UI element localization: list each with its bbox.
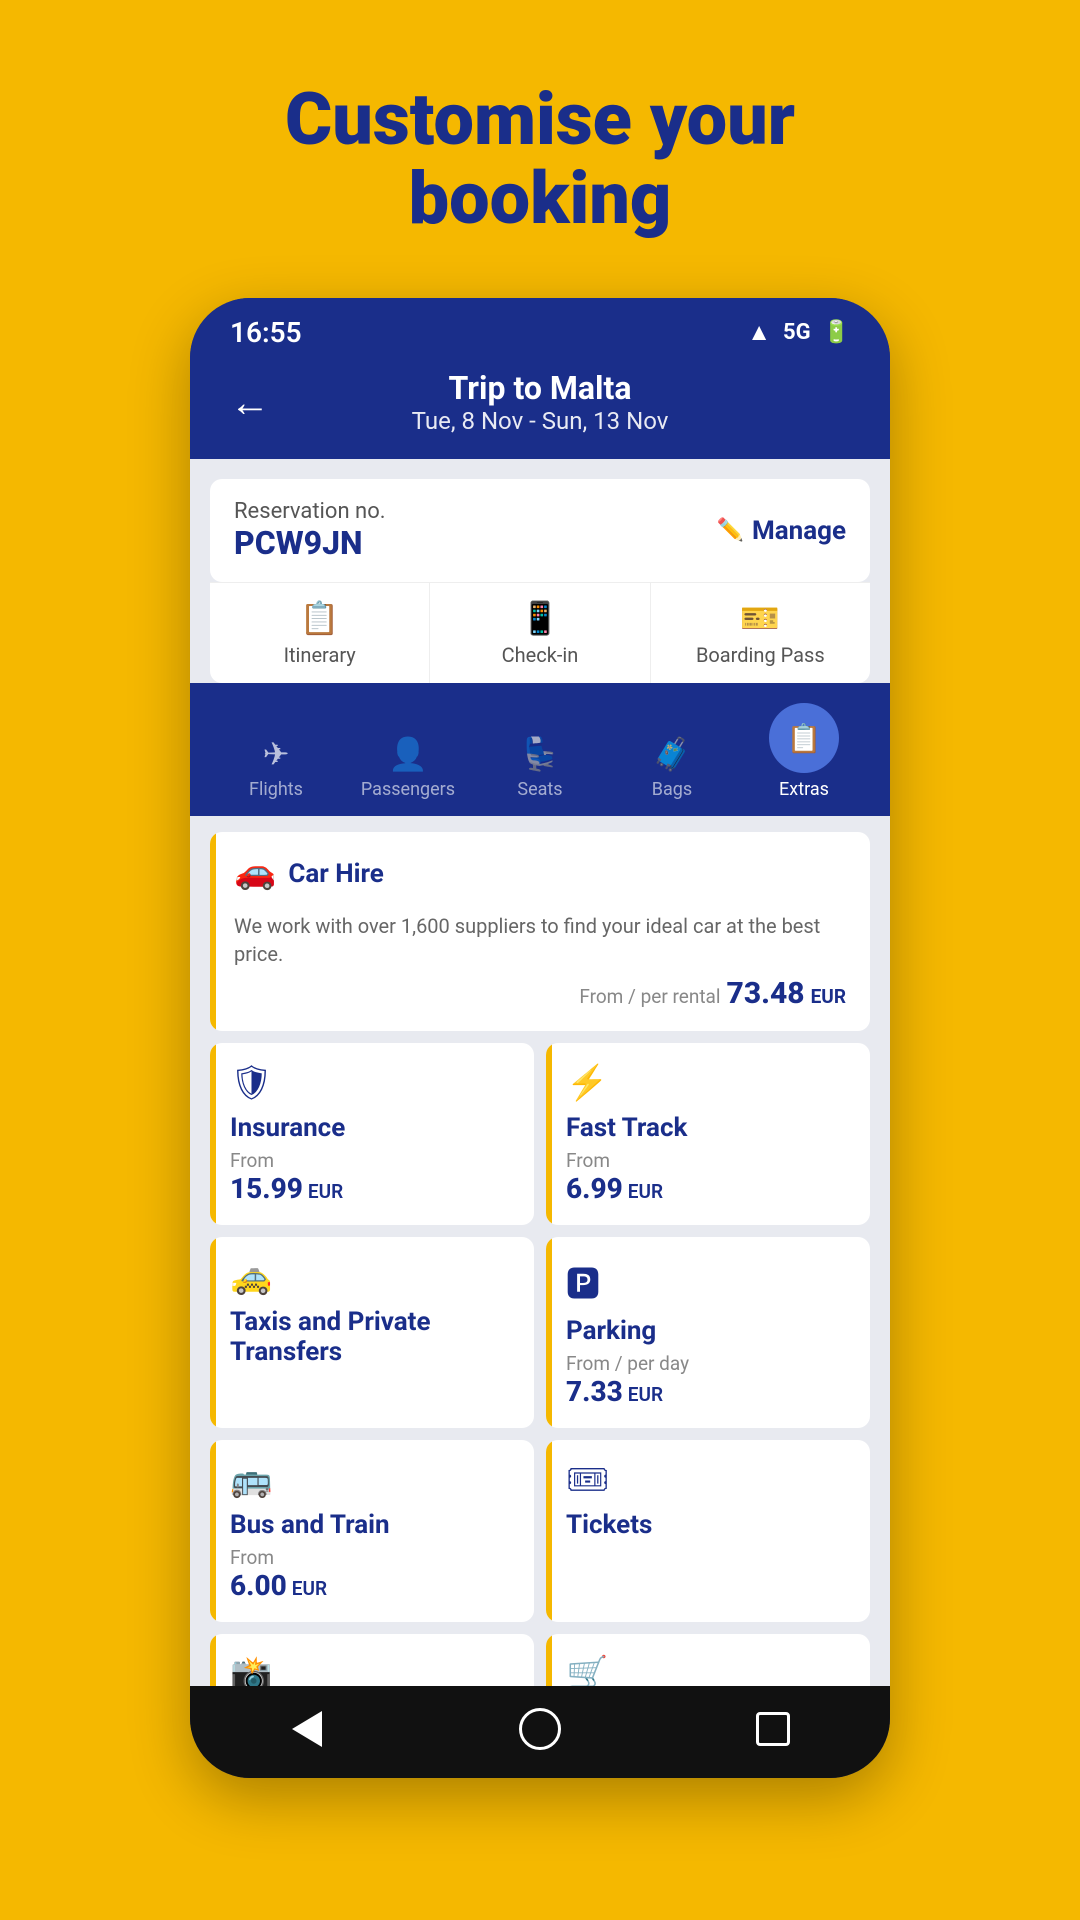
taxis-icon: 🚕 — [230, 1257, 514, 1297]
nav-seats[interactable]: 💺 Seats — [474, 735, 606, 800]
tickets-icon: 🎟 — [566, 1460, 850, 1500]
car-hire-currency: EUR — [811, 985, 846, 1008]
nav-flights[interactable]: ✈ Flights — [210, 735, 342, 800]
boarding-pass-icon: 🎫 — [740, 599, 780, 637]
nav-extras[interactable]: 📋 Extras — [738, 703, 870, 800]
bus-train-price: 6.00 — [230, 1569, 287, 1602]
itinerary-label: Itinerary — [284, 643, 356, 667]
extras-icon: 📋 — [787, 722, 822, 755]
reservation-number: PCW9JN — [234, 524, 386, 562]
phone-recents-button[interactable] — [748, 1704, 798, 1754]
status-icons: ▲ 5G 🔋 — [747, 318, 850, 347]
trip-title: Trip to Malta — [412, 369, 669, 407]
fast-track-currency: EUR — [628, 1180, 663, 1203]
parking-currency: EUR — [628, 1383, 663, 1406]
tickets-card[interactable]: 🎟 Tickets — [546, 1440, 870, 1622]
clock: 16:55 — [230, 316, 302, 349]
equipment-icon: 🛒 — [566, 1654, 850, 1686]
back-button[interactable]: ← — [230, 379, 270, 426]
tickets-title: Tickets — [566, 1510, 850, 1540]
fast-track-from: From — [566, 1149, 850, 1172]
tab-checkin[interactable]: 📱 Check-in — [429, 583, 649, 683]
parking-from: From / per day — [566, 1352, 850, 1375]
insurance-from: From — [230, 1149, 514, 1172]
content-area: Reservation no. PCW9JN Manage 📋 Itinerar… — [190, 459, 890, 1686]
nav-bar: ✈ Flights 👤 Passengers 💺 Seats 🧳 Bags 📋 … — [190, 683, 890, 816]
phone-home-button[interactable] — [515, 1704, 565, 1754]
equipment-card[interactable]: 🛒 Equipment From 15.00 EUR — [546, 1634, 870, 1686]
quick-tabs: 📋 Itinerary 📱 Check-in 🎫 Boarding Pass — [210, 582, 870, 683]
insurance-icon: 🛡 — [230, 1063, 514, 1103]
car-hire-icon: 🚗 — [234, 852, 276, 892]
car-hire-desc: We work with over 1,600 suppliers to fin… — [234, 912, 846, 968]
insurance-currency: EUR — [308, 1180, 343, 1203]
extras-list: 🚗 Car Hire We work with over 1,600 suppl… — [190, 816, 890, 1686]
insurance-price: 15.99 — [230, 1172, 303, 1205]
flights-label: Flights — [249, 779, 303, 800]
page-title: Customise your booking — [205, 80, 875, 238]
extras-icon-wrap: 📋 — [769, 703, 839, 773]
bags-icon: 🧳 — [652, 735, 692, 773]
taxis-title: Taxis and Private Transfers — [230, 1307, 514, 1367]
fast-track-card[interactable]: ⚡ Fast Track From 6.99 EUR — [546, 1043, 870, 1225]
nav-bags[interactable]: 🧳 Bags — [606, 735, 738, 800]
seats-icon: 💺 — [520, 735, 560, 773]
extras-label: Extras — [779, 779, 829, 800]
phone-mockup: 16:55 ▲ 5G 🔋 ← Trip to Malta Tue, 8 Nov … — [190, 298, 890, 1778]
car-hire-title: Car Hire — [288, 859, 383, 889]
fast-track-icon: ⚡ — [566, 1063, 850, 1103]
bags-label: Bags — [652, 779, 692, 800]
parking-card[interactable]: 🅿 Parking From / per day 7.33 EUR — [546, 1237, 870, 1428]
bus-train-icon: 🚌 — [230, 1460, 514, 1500]
passengers-label: Passengers — [361, 779, 455, 800]
parking-title: Parking — [566, 1316, 850, 1346]
boarding-pass-label: Boarding Pass — [696, 643, 825, 667]
bus-train-currency: EUR — [292, 1577, 327, 1600]
parking-icon: 🅿 — [566, 1257, 850, 1306]
insurance-title: Insurance — [230, 1113, 514, 1143]
bus-train-card[interactable]: 🚌 Bus and Train From 6.00 EUR — [210, 1440, 534, 1622]
car-hire-price-label: From / per rental — [579, 985, 720, 1008]
seats-label: Seats — [517, 779, 562, 800]
car-hire-price: 73.48 — [727, 976, 805, 1011]
tab-itinerary[interactable]: 📋 Itinerary — [210, 583, 429, 683]
flights-icon: ✈ — [263, 735, 290, 773]
activities-card[interactable]: 📸 Activities & Tours — [210, 1634, 534, 1686]
phone-back-button[interactable] — [282, 1704, 332, 1754]
bus-train-from: From — [230, 1546, 514, 1569]
taxis-card[interactable]: 🚕 Taxis and Private Transfers — [210, 1237, 534, 1428]
passengers-icon: 👤 — [388, 735, 428, 773]
checkin-label: Check-in — [502, 643, 579, 667]
phone-bottom-bar — [190, 1686, 890, 1778]
trip-dates: Tue, 8 Nov - Sun, 13 Nov — [412, 407, 669, 435]
wifi-icon: ▲ — [747, 318, 771, 347]
activities-icon: 📸 — [230, 1654, 514, 1686]
app-header: ← Trip to Malta Tue, 8 Nov - Sun, 13 Nov — [190, 359, 890, 459]
tab-boarding-pass[interactable]: 🎫 Boarding Pass — [650, 583, 870, 683]
signal-icon: 5G — [783, 320, 811, 345]
insurance-card[interactable]: 🛡 Insurance From 15.99 EUR — [210, 1043, 534, 1225]
car-hire-card[interactable]: 🚗 Car Hire We work with over 1,600 suppl… — [210, 832, 870, 1031]
battery-icon: 🔋 — [823, 320, 850, 345]
reservation-card: Reservation no. PCW9JN Manage — [210, 479, 870, 582]
bus-train-title: Bus and Train — [230, 1510, 514, 1540]
parking-price: 7.33 — [566, 1375, 623, 1408]
nav-passengers[interactable]: 👤 Passengers — [342, 735, 474, 800]
status-bar: 16:55 ▲ 5G 🔋 — [190, 298, 890, 359]
itinerary-icon: 📋 — [300, 599, 340, 637]
manage-button[interactable]: Manage — [717, 516, 846, 546]
checkin-icon: 📱 — [520, 599, 560, 637]
fast-track-price: 6.99 — [566, 1172, 623, 1205]
reservation-label: Reservation no. — [234, 499, 386, 524]
fast-track-title: Fast Track — [566, 1113, 850, 1143]
